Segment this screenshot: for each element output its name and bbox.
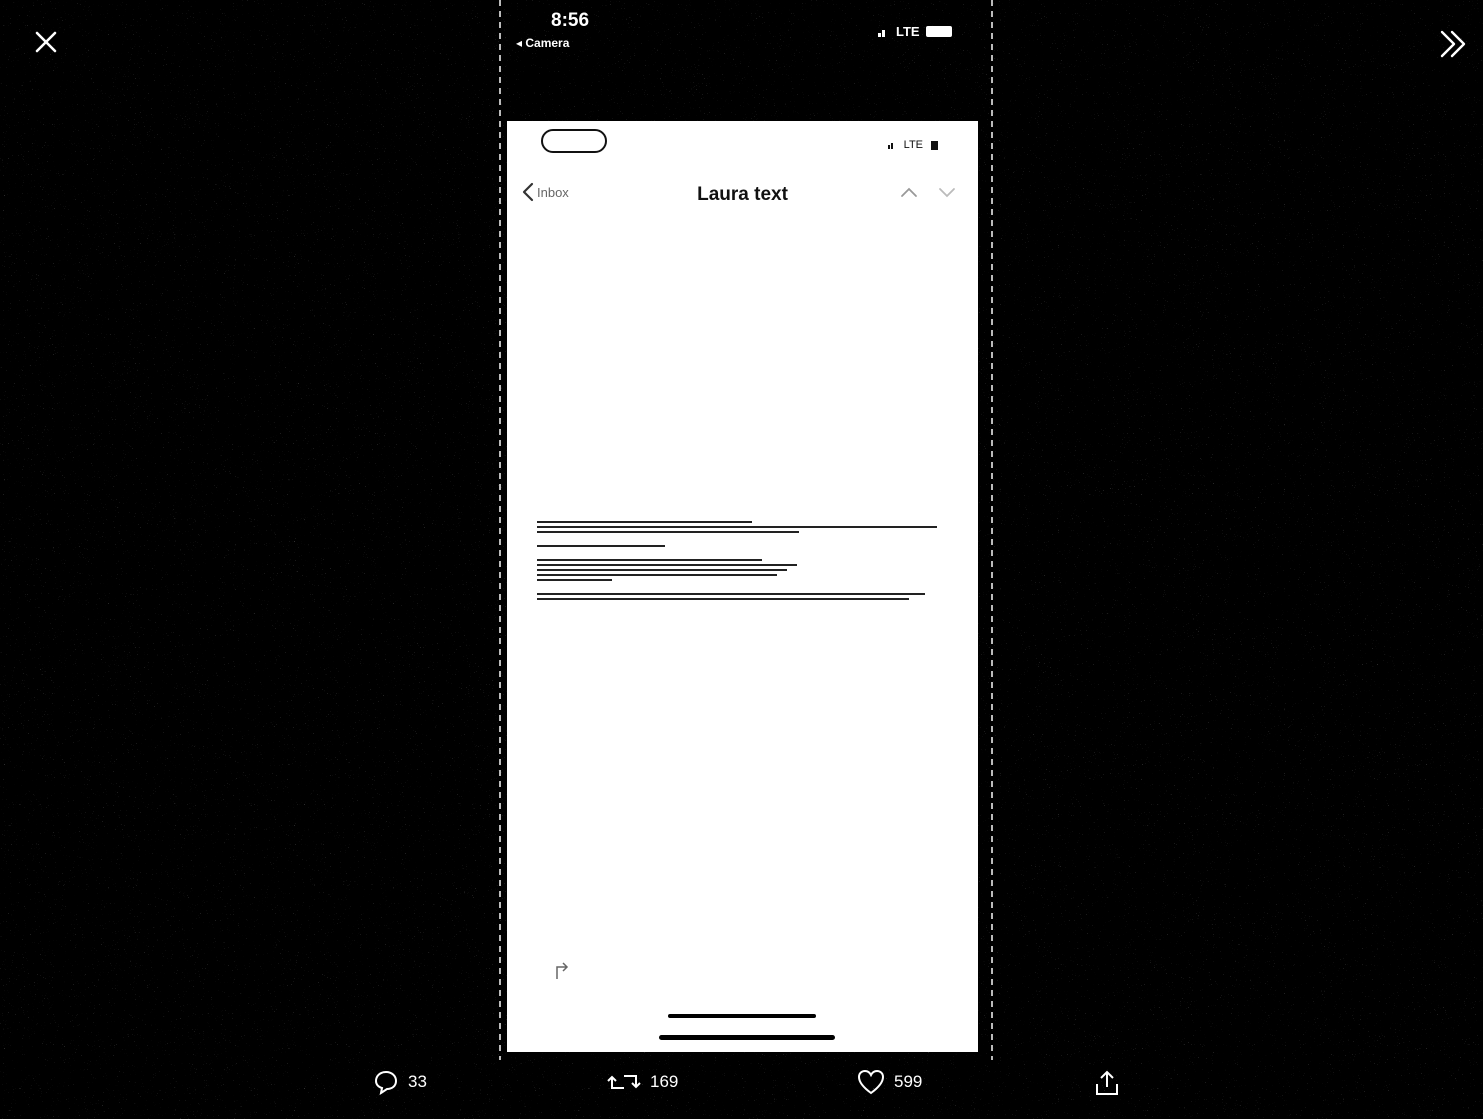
- call-status-pill: [541, 129, 607, 153]
- outer-network-label: LTE: [896, 24, 920, 39]
- home-indicator-inner: [668, 1014, 816, 1018]
- inner-status-indicators: LTE: [887, 139, 938, 151]
- close-button[interactable]: [28, 24, 64, 60]
- close-icon: [35, 31, 57, 53]
- outer-status-indicators: LTE: [878, 24, 952, 39]
- like-count: 599: [894, 1072, 923, 1091]
- share-icon: [1096, 1070, 1118, 1095]
- retweet-icon: [607, 1075, 641, 1089]
- chevron-up-icon: [901, 187, 917, 197]
- signal-icon: [878, 29, 885, 37]
- message-nav: [900, 185, 956, 203]
- retweet-count: 169: [650, 1072, 679, 1091]
- reply-count: 33: [408, 1072, 427, 1091]
- reply-button[interactable]: 33: [372, 1068, 427, 1096]
- tweet-actions: 33 169 599: [0, 1068, 1483, 1108]
- next-button[interactable]: [1433, 24, 1473, 64]
- double-chevron-right-icon: [1440, 30, 1466, 58]
- battery-icon: [925, 26, 952, 37]
- outer-back-to-camera: ◂ Camera: [516, 36, 570, 50]
- screenshot-content: LTE Inbox Laura text: [507, 121, 978, 1052]
- outer-status-time: 8:56: [551, 10, 590, 31]
- reply-icon[interactable]: [553, 959, 575, 981]
- inner-signal-icon: [887, 143, 893, 149]
- previous-message-button[interactable]: [900, 185, 918, 203]
- like-button[interactable]: 599: [856, 1068, 922, 1096]
- inner-network-label: LTE: [903, 139, 923, 151]
- share-button[interactable]: [1092, 1068, 1122, 1098]
- retweet-button[interactable]: 169: [606, 1068, 678, 1096]
- comment-icon: [374, 1070, 398, 1096]
- chevron-down-icon: [939, 188, 955, 198]
- home-indicator-outer: [659, 1035, 835, 1040]
- next-message-button[interactable]: [938, 185, 956, 203]
- heart-icon: [857, 1069, 885, 1095]
- image-viewer: 8:56 ◂ Camera LTE LTE Inbox Laura text 3…: [0, 0, 1483, 1119]
- inner-battery-icon: [931, 140, 938, 150]
- document-body: [537, 521, 937, 603]
- reply-arrow-icon: [556, 962, 569, 979]
